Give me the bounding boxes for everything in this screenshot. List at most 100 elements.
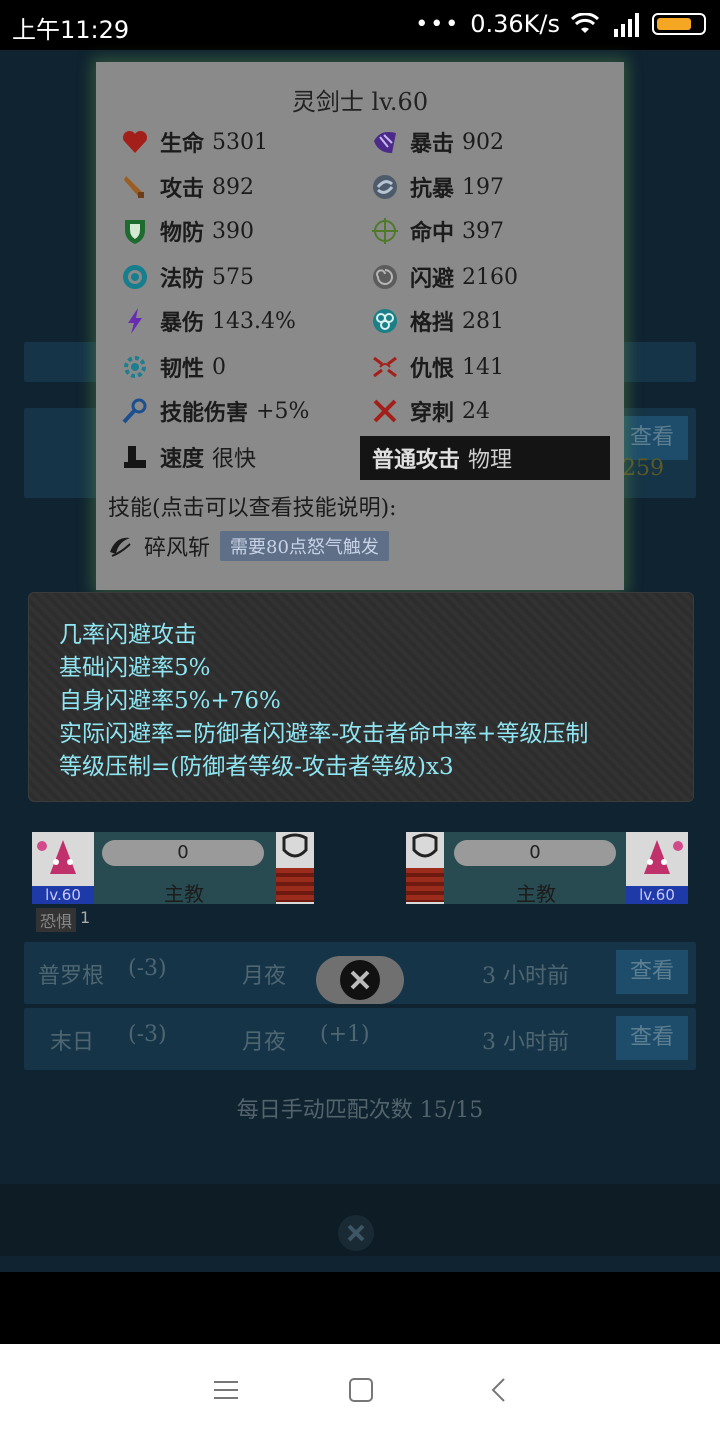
stat-block[interactable]: 格挡 281 (370, 305, 504, 337)
close-button[interactable] (316, 956, 404, 1004)
stat-value: 281 (462, 308, 505, 334)
rage-icon (373, 356, 397, 378)
stat-label: 生命 (160, 131, 205, 157)
level-badge: lv.60 (626, 886, 688, 904)
stat-pierce[interactable]: 穿刺 24 (370, 395, 490, 427)
stat-crit-resist[interactable]: 抗暴 197 (370, 171, 504, 203)
stat-dodge[interactable]: 闪避 2160 (370, 261, 518, 293)
stat-value: 143.4% (212, 308, 296, 334)
stat-label: 物防 (160, 220, 205, 246)
match-time: 3 小时前 (482, 1030, 569, 1055)
stat-label: 技能伤害 (160, 400, 249, 426)
heart-icon (122, 130, 148, 153)
wifi-icon (570, 13, 600, 33)
attack-type-box: 普通攻击 物理 (360, 436, 610, 480)
stat-label: 抗暴 (410, 176, 455, 202)
skill-name: 碎风斩 (144, 536, 211, 561)
stat-crit[interactable]: 暴击 902 (370, 126, 504, 158)
level-badge: lv.60 (32, 886, 94, 904)
menu-icon[interactable] (212, 1376, 240, 1404)
stat-value: 892 (212, 174, 255, 200)
wand-icon (122, 398, 147, 424)
stat-value: 24 (462, 398, 491, 424)
attack-type-label: 普通攻击 (372, 447, 461, 473)
close-icon-background (338, 1215, 374, 1251)
back-icon[interactable] (486, 1376, 514, 1404)
stat-speed[interactable]: 速度 很快 (120, 441, 256, 473)
view-button[interactable]: 查看 (616, 1016, 688, 1060)
wind-slash-icon (110, 537, 131, 557)
bishop-avatar: lv.60 (32, 832, 94, 904)
match-time: 3 小时前 (482, 964, 569, 989)
match-row[interactable]: 末日 (-3) 月夜 (+1) 3 小时前 查看 (24, 1008, 696, 1070)
stat-toughness[interactable]: 韧性 0 (120, 351, 226, 383)
stat-hp[interactable]: 生命 5301 (120, 126, 268, 158)
daily-match-count: 每日手动匹配次数 15/15 (236, 1098, 484, 1123)
stat-crit-damage[interactable]: 暴伤 143.4% (120, 305, 296, 337)
claw-icon (374, 132, 396, 153)
attack-type-value: 物理 (468, 448, 513, 473)
crest-icon (282, 833, 308, 858)
fear-count: 1 (80, 908, 91, 927)
skill-item[interactable]: 碎风斩 需要80点怒气触发 (106, 530, 389, 562)
hp-bar: 0 (102, 840, 264, 866)
crest-icon (412, 833, 438, 858)
stat-value: +5% (256, 398, 310, 424)
fear-status: 恐惧 (36, 908, 77, 932)
character-title: 灵剑士 lv.60 (291, 88, 429, 116)
shield-icon (125, 220, 145, 244)
stat-value: 5301 (212, 129, 269, 155)
stat-value: 2160 (462, 264, 519, 290)
status-bar: 上午11:29 ••• 0.36K/s (0, 0, 720, 50)
stat-magic-def[interactable]: 法防 575 (120, 261, 254, 293)
wizard-hat-icon (37, 840, 76, 874)
home-icon[interactable] (347, 1376, 375, 1404)
tooltip-line: 基础闪避率5% (59, 655, 211, 681)
skill-requirement: 需要80点怒气触发 (220, 531, 389, 561)
tooltip-line: 实际闪避率=防御者闪避率-攻击者命中率+等级压制 (59, 721, 589, 747)
crosshair-icon (372, 218, 398, 244)
opponent-name: 末日 (50, 1030, 95, 1055)
stat-hit[interactable]: 命中 397 (370, 215, 504, 247)
knot-icon (373, 309, 397, 333)
close-icon (340, 960, 380, 1000)
skill-item-partial[interactable] (106, 576, 306, 590)
view-button-top[interactable]: 查看 (616, 416, 688, 460)
tooltip-line: 自身闪避率5%+76% (59, 688, 281, 714)
view-button[interactable]: 查看 (616, 950, 688, 994)
network-speed: 0.36K/s (470, 10, 560, 38)
stat-value: 141 (462, 354, 505, 380)
unit-bar-right[interactable]: 0 主教 lv.60 (406, 832, 688, 906)
bishop-avatar: lv.60 (626, 832, 688, 904)
stat-threat[interactable]: 仇恨 141 (370, 351, 504, 383)
stat-value: 397 (462, 218, 505, 244)
lightning-icon (128, 308, 142, 334)
character-card: 灵剑士 lv.60 生命 5301 攻击 892 物防 390 法防 575 暴… (96, 62, 624, 590)
stat-value: 197 (462, 174, 505, 200)
stat-label: 暴击 (410, 131, 455, 157)
tooltip-line: 等级压制=(防御者等级-攻击者等级)x3 (59, 754, 454, 780)
gear-icon (124, 356, 146, 378)
map-name: 月夜 (242, 964, 287, 989)
hp-bar: 0 (454, 840, 616, 866)
stat-label: 攻击 (160, 176, 205, 202)
stat-value: 很快 (212, 447, 257, 472)
score-change: (-3) (128, 1022, 167, 1047)
stat-value: 390 (212, 218, 255, 244)
stat-label: 韧性 (160, 356, 205, 382)
unit-name: 主教 (516, 882, 556, 906)
status-icons: ••• 0.36K/s (415, 10, 706, 38)
faction-icon (276, 832, 314, 904)
stat-attack[interactable]: 攻击 892 (120, 171, 254, 203)
stat-skill-damage[interactable]: 技能伤害 +5% (120, 395, 309, 427)
skills-heading: 技能(点击可以查看技能说明): (108, 496, 397, 521)
stat-label: 格挡 (410, 310, 455, 336)
unit-bar-left[interactable]: lv.60 0 主教 (32, 832, 314, 906)
stat-phys-def[interactable]: 物防 390 (120, 215, 254, 247)
stat-label: 暴伤 (160, 310, 205, 336)
faction-icon (406, 832, 444, 904)
dodge-tooltip: 几率闪避攻击 基础闪避率5% 自身闪避率5%+76% 实际闪避率=防御者闪避率-… (28, 592, 694, 802)
clock: 上午11:29 (12, 16, 130, 44)
stat-value: 575 (212, 264, 255, 290)
stat-value: 902 (462, 129, 505, 155)
